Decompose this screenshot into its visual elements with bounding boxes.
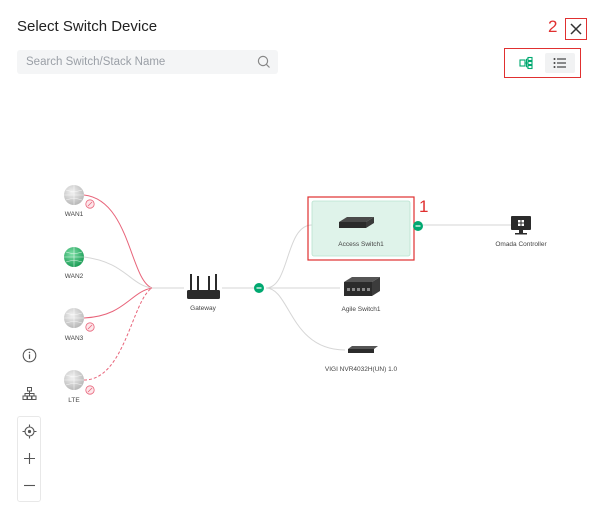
vigi-nvr-label: VIGI NVR4032H(UN) 1.0 [324,366,398,373]
gateway-expand-button[interactable] [254,283,264,293]
access-switch-label: Access Switch1 [338,241,384,248]
wan-label: WAN2 [64,273,84,280]
wan-label: WAN1 [64,211,84,218]
agile-switch-node[interactable] [344,277,380,296]
vigi-nvr-node[interactable] [348,346,378,353]
zoom-in-button[interactable] [17,446,41,470]
zoom-out-button[interactable] [17,473,41,497]
gateway-node[interactable] [187,274,220,299]
zoom-in-icon [23,452,35,464]
topology-layout-icon [22,386,36,400]
locate-button[interactable] [17,419,41,443]
annotation-label-switch: 1 [419,197,429,216]
wan-links [83,194,184,381]
info-icon [22,348,36,362]
topology-layout-button[interactable] [17,381,41,405]
wan-node-1[interactable] [64,185,95,209]
omada-controller-node[interactable] [511,216,531,235]
access-switch-expand-button[interactable] [413,221,423,231]
wan-label: WAN3 [64,335,84,342]
access-switch-card[interactable] [307,196,415,261]
locate-icon [22,424,36,438]
gateway-label: Gateway [190,305,216,312]
wan-node-3[interactable] [64,308,95,332]
info-button[interactable] [17,343,41,367]
topology-canvas [64,185,531,395]
wan-label: LTE [68,397,80,404]
omada-controller-label: Omada Controller [495,241,547,248]
agile-switch-label: Agile Switch1 [341,306,381,313]
wan-node-2[interactable] [64,247,84,267]
zoom-out-icon [23,484,35,486]
lte-node[interactable] [64,370,95,395]
